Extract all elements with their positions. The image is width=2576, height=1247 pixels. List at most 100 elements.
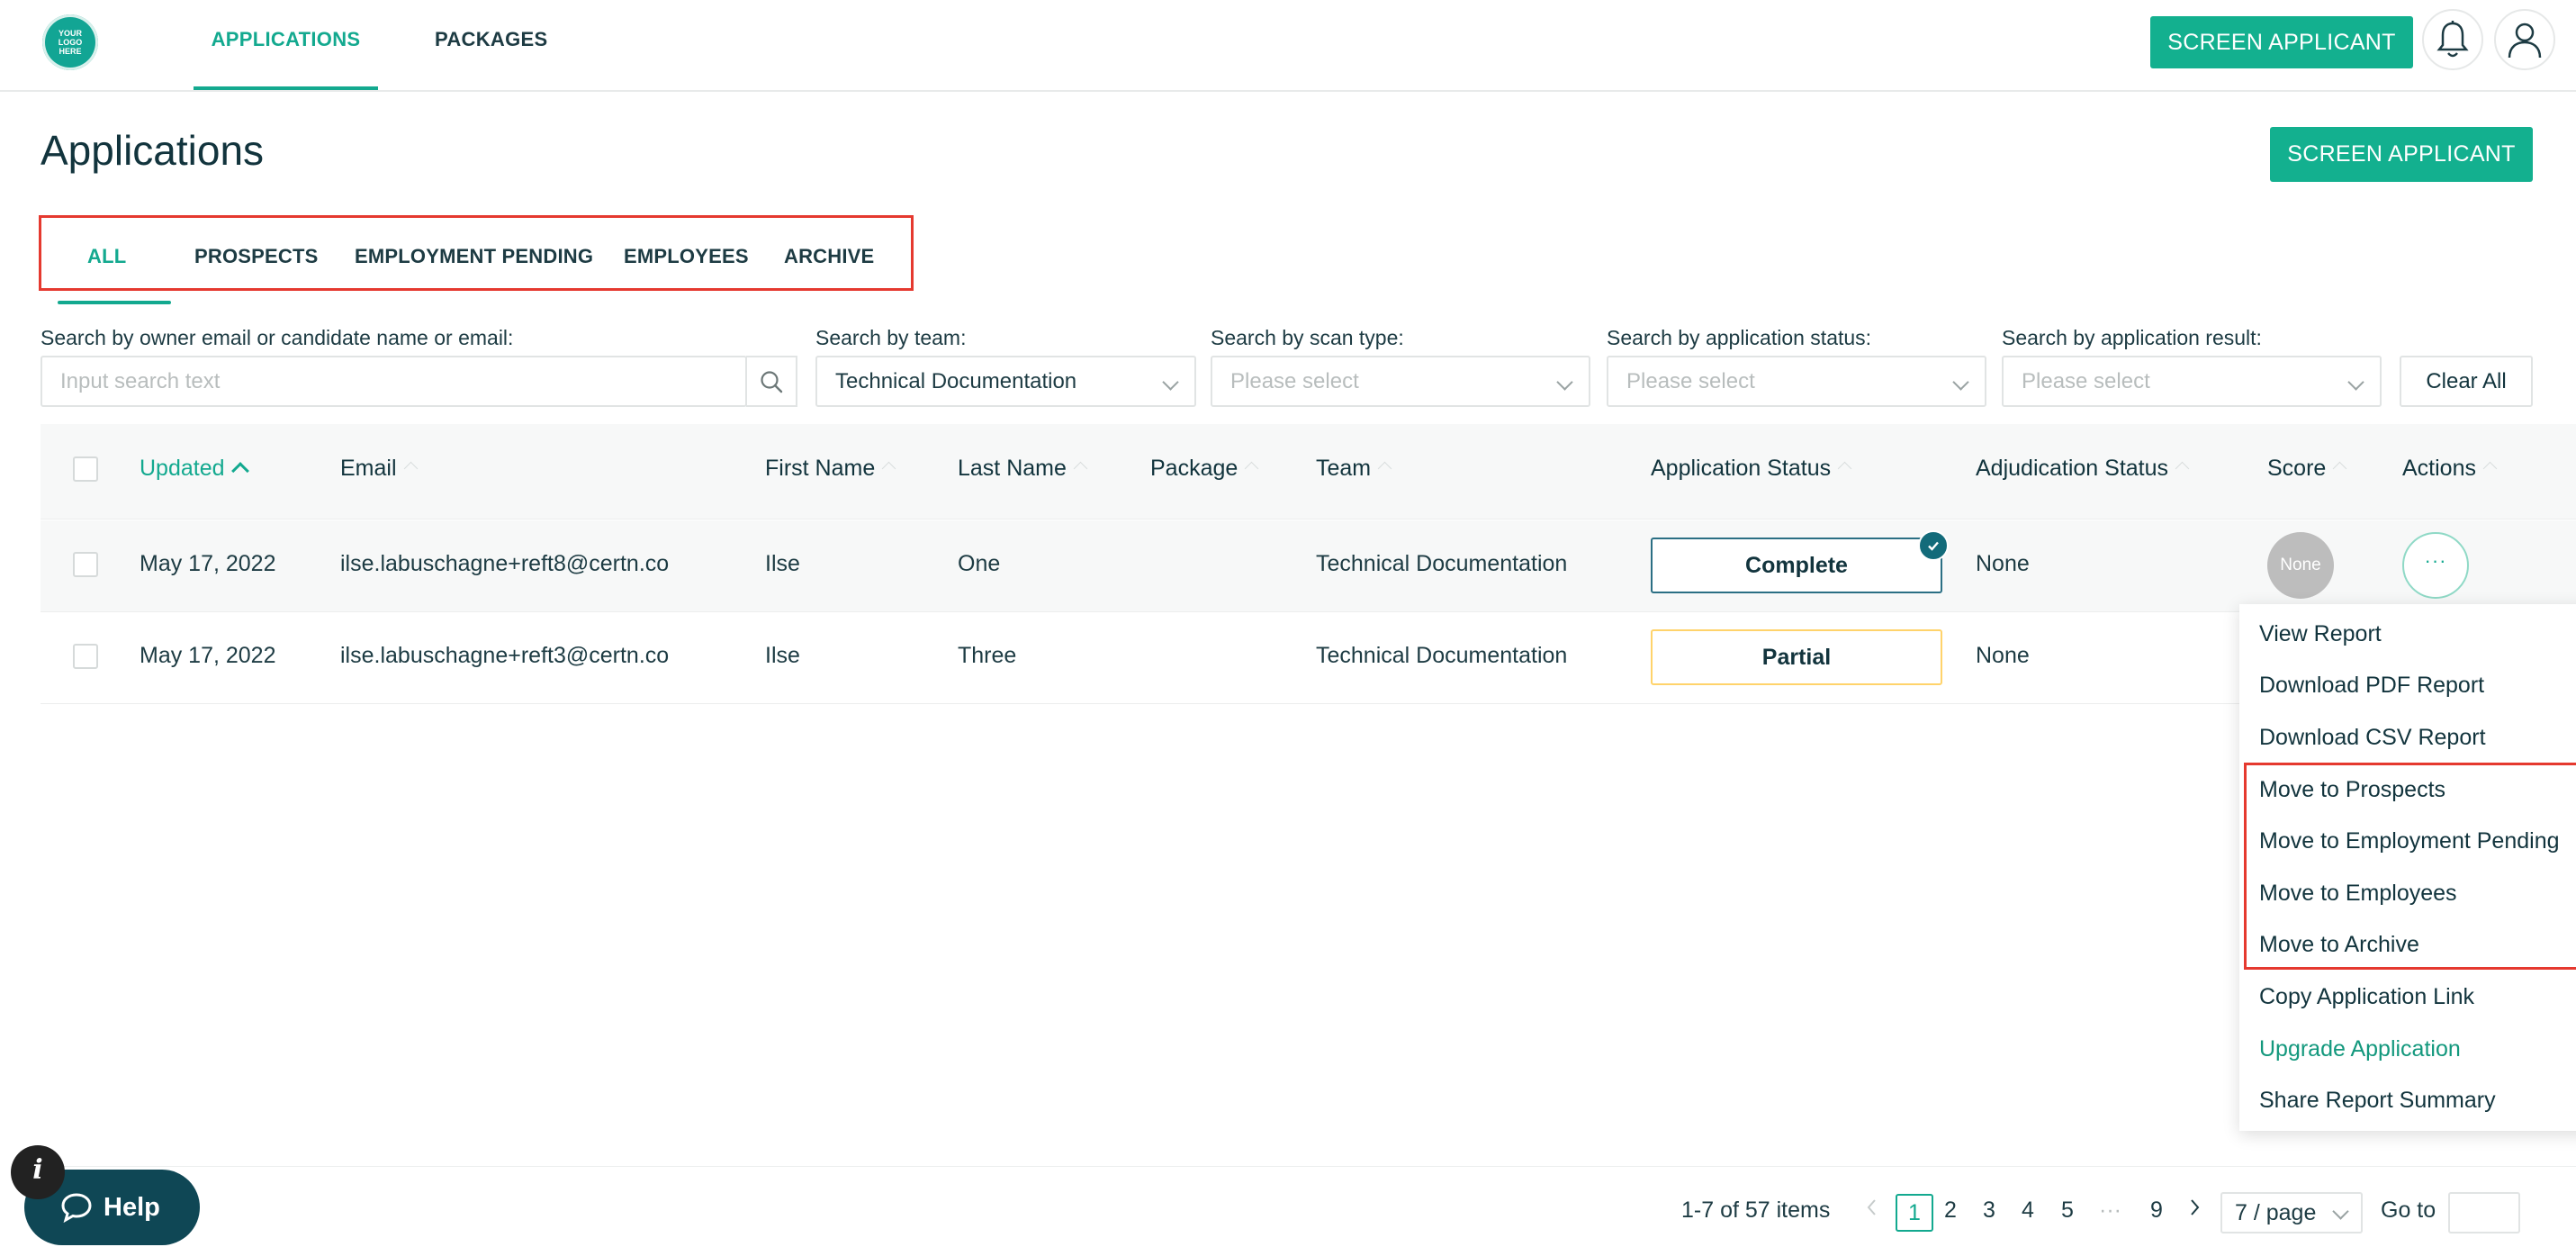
menu-item-share-report-summary[interactable]: Share Report Summary — [2259, 1088, 2496, 1114]
application-status-select[interactable]: Please select — [1607, 356, 1986, 407]
tab-employment-pending[interactable]: EMPLOYMENT PENDING — [355, 245, 593, 268]
bell-icon — [2436, 21, 2469, 58]
logo-text: YOUR LOGO HERE — [58, 29, 83, 56]
status-badge-complete[interactable]: Complete — [1651, 538, 1942, 593]
column-adjudication-status[interactable]: Adjudication Status — [1976, 456, 2190, 482]
sort-up-icon — [230, 462, 249, 480]
row-checkbox[interactable] — [73, 644, 98, 669]
chat-bubble-icon — [61, 1193, 92, 1223]
page-1-button[interactable]: 1 — [1896, 1194, 1933, 1232]
chevron-down-icon — [1952, 374, 1969, 391]
page-9-button[interactable]: 9 — [2150, 1197, 2163, 1224]
screen-applicant-button[interactable]: SCREEN APPLICANT — [2270, 127, 2533, 182]
chevron-right-icon — [2191, 1199, 2200, 1215]
check-icon — [1918, 530, 1949, 561]
scan-type-select[interactable]: Please select — [1211, 356, 1590, 407]
column-last-name-label: Last Name — [958, 456, 1067, 481]
menu-item-upgrade-application[interactable]: Upgrade Application — [2259, 1036, 2461, 1062]
scan-type-placeholder: Please select — [1230, 369, 1359, 393]
row-updated: May 17, 2022 — [140, 643, 276, 668]
page-size-select[interactable]: 7 / page — [2220, 1192, 2363, 1233]
nav-tab-applications[interactable]: APPLICATIONS — [194, 0, 378, 90]
page-4-button[interactable]: 4 — [2022, 1197, 2034, 1224]
column-last-name[interactable]: Last Name — [958, 456, 1088, 482]
search-icon — [761, 370, 783, 393]
scan-type-label: Search by scan type: — [1211, 326, 1404, 349]
team-select[interactable]: Technical Documentation — [815, 356, 1196, 407]
nav-tab-packages[interactable]: PACKAGES — [435, 0, 547, 90]
team-filter-label: Search by team: — [815, 326, 967, 349]
notifications-button[interactable] — [2422, 9, 2483, 70]
divider — [41, 1166, 2576, 1167]
status-badge-partial[interactable]: Partial — [1651, 629, 1942, 685]
row-first-name: Ilse — [765, 551, 800, 576]
row-team: Technical Documentation — [1316, 551, 1568, 576]
sort-icon — [2175, 461, 2190, 476]
profile-button[interactable] — [2494, 9, 2555, 70]
table-header — [41, 424, 2576, 520]
sort-icon — [1245, 461, 1259, 476]
menu-item-copy-application-link[interactable]: Copy Application Link — [2259, 984, 2474, 1010]
page-3-button[interactable]: 3 — [1983, 1197, 1995, 1224]
application-result-select[interactable]: Please select — [2002, 356, 2382, 407]
search-button[interactable] — [746, 356, 797, 407]
next-page-button[interactable] — [2189, 1197, 2202, 1224]
move-actions-highlight-box — [2244, 763, 2576, 970]
application-status-label: Search by application status: — [1607, 326, 1872, 349]
prev-page-button[interactable] — [1865, 1197, 1878, 1224]
row-email: ilse.labuschagne+reft8@certn.co — [340, 551, 670, 576]
column-first-name-label: First Name — [765, 456, 876, 481]
row-adjudication-status: None — [1976, 643, 2030, 668]
select-all-checkbox[interactable] — [73, 456, 98, 482]
column-updated[interactable]: Updated — [140, 456, 249, 482]
row-last-name: Three — [958, 643, 1017, 668]
menu-item-download-csv[interactable]: Download CSV Report — [2259, 725, 2486, 751]
column-package[interactable]: Package — [1150, 456, 1259, 482]
score-badge: None — [2267, 532, 2334, 599]
screen-applicant-nav-button[interactable]: SCREEN APPLICANT — [2150, 16, 2413, 68]
tab-employees[interactable]: EMPLOYEES — [624, 245, 749, 268]
search-label: Search by owner email or candidate name … — [41, 326, 514, 349]
column-score[interactable]: Score — [2267, 456, 2347, 482]
column-first-name[interactable]: First Name — [765, 456, 896, 482]
tab-prospects[interactable]: PROSPECTS — [194, 245, 319, 268]
column-actions-label: Actions — [2402, 456, 2476, 481]
sort-icon — [2333, 461, 2347, 476]
pagination-ellipsis[interactable]: ··· — [2099, 1197, 2121, 1224]
column-package-label: Package — [1150, 456, 1238, 481]
sort-icon — [403, 461, 418, 476]
column-adjudication-status-label: Adjudication Status — [1976, 456, 2169, 481]
row-email: ilse.labuschagne+reft3@certn.co — [340, 643, 670, 668]
goto-page-input[interactable] — [2448, 1192, 2520, 1233]
application-status-placeholder: Please select — [1626, 369, 1755, 393]
application-result-label: Search by application result: — [2002, 326, 2262, 349]
column-actions: Actions — [2402, 456, 2498, 482]
page-5-button[interactable]: 5 — [2061, 1197, 2074, 1224]
page-2-button[interactable]: 2 — [1944, 1197, 1957, 1224]
row-checkbox[interactable] — [73, 552, 98, 577]
tab-all[interactable]: ALL — [87, 245, 126, 268]
column-score-label: Score — [2267, 456, 2327, 481]
sort-icon — [1073, 461, 1088, 476]
company-logo[interactable]: YOUR LOGO HERE — [42, 14, 98, 70]
column-team[interactable]: Team — [1316, 456, 1392, 482]
row-last-name: One — [958, 551, 1001, 576]
column-application-status[interactable]: Application Status — [1651, 456, 1852, 482]
row-team: Technical Documentation — [1316, 643, 1568, 668]
column-team-label: Team — [1316, 456, 1372, 481]
more-actions-button[interactable]: ··· — [2402, 532, 2469, 599]
application-result-placeholder: Please select — [2022, 369, 2150, 393]
team-select-value: Technical Documentation — [835, 369, 1077, 393]
clear-all-button[interactable]: Clear All — [2400, 356, 2533, 407]
page-title: Applications — [41, 127, 265, 174]
chevron-down-icon — [2332, 1203, 2349, 1220]
info-icon[interactable]: i — [11, 1145, 65, 1199]
chevron-left-icon — [1867, 1199, 1876, 1215]
column-email[interactable]: Email — [340, 456, 418, 482]
tab-archive[interactable]: ARCHIVE — [784, 245, 874, 268]
menu-item-view-report[interactable]: View Report — [2259, 621, 2382, 647]
menu-item-download-pdf[interactable]: Download PDF Report — [2259, 673, 2484, 699]
sort-icon — [1377, 461, 1392, 476]
search-input[interactable]: Input search text — [41, 356, 747, 407]
sort-icon — [2482, 461, 2498, 476]
